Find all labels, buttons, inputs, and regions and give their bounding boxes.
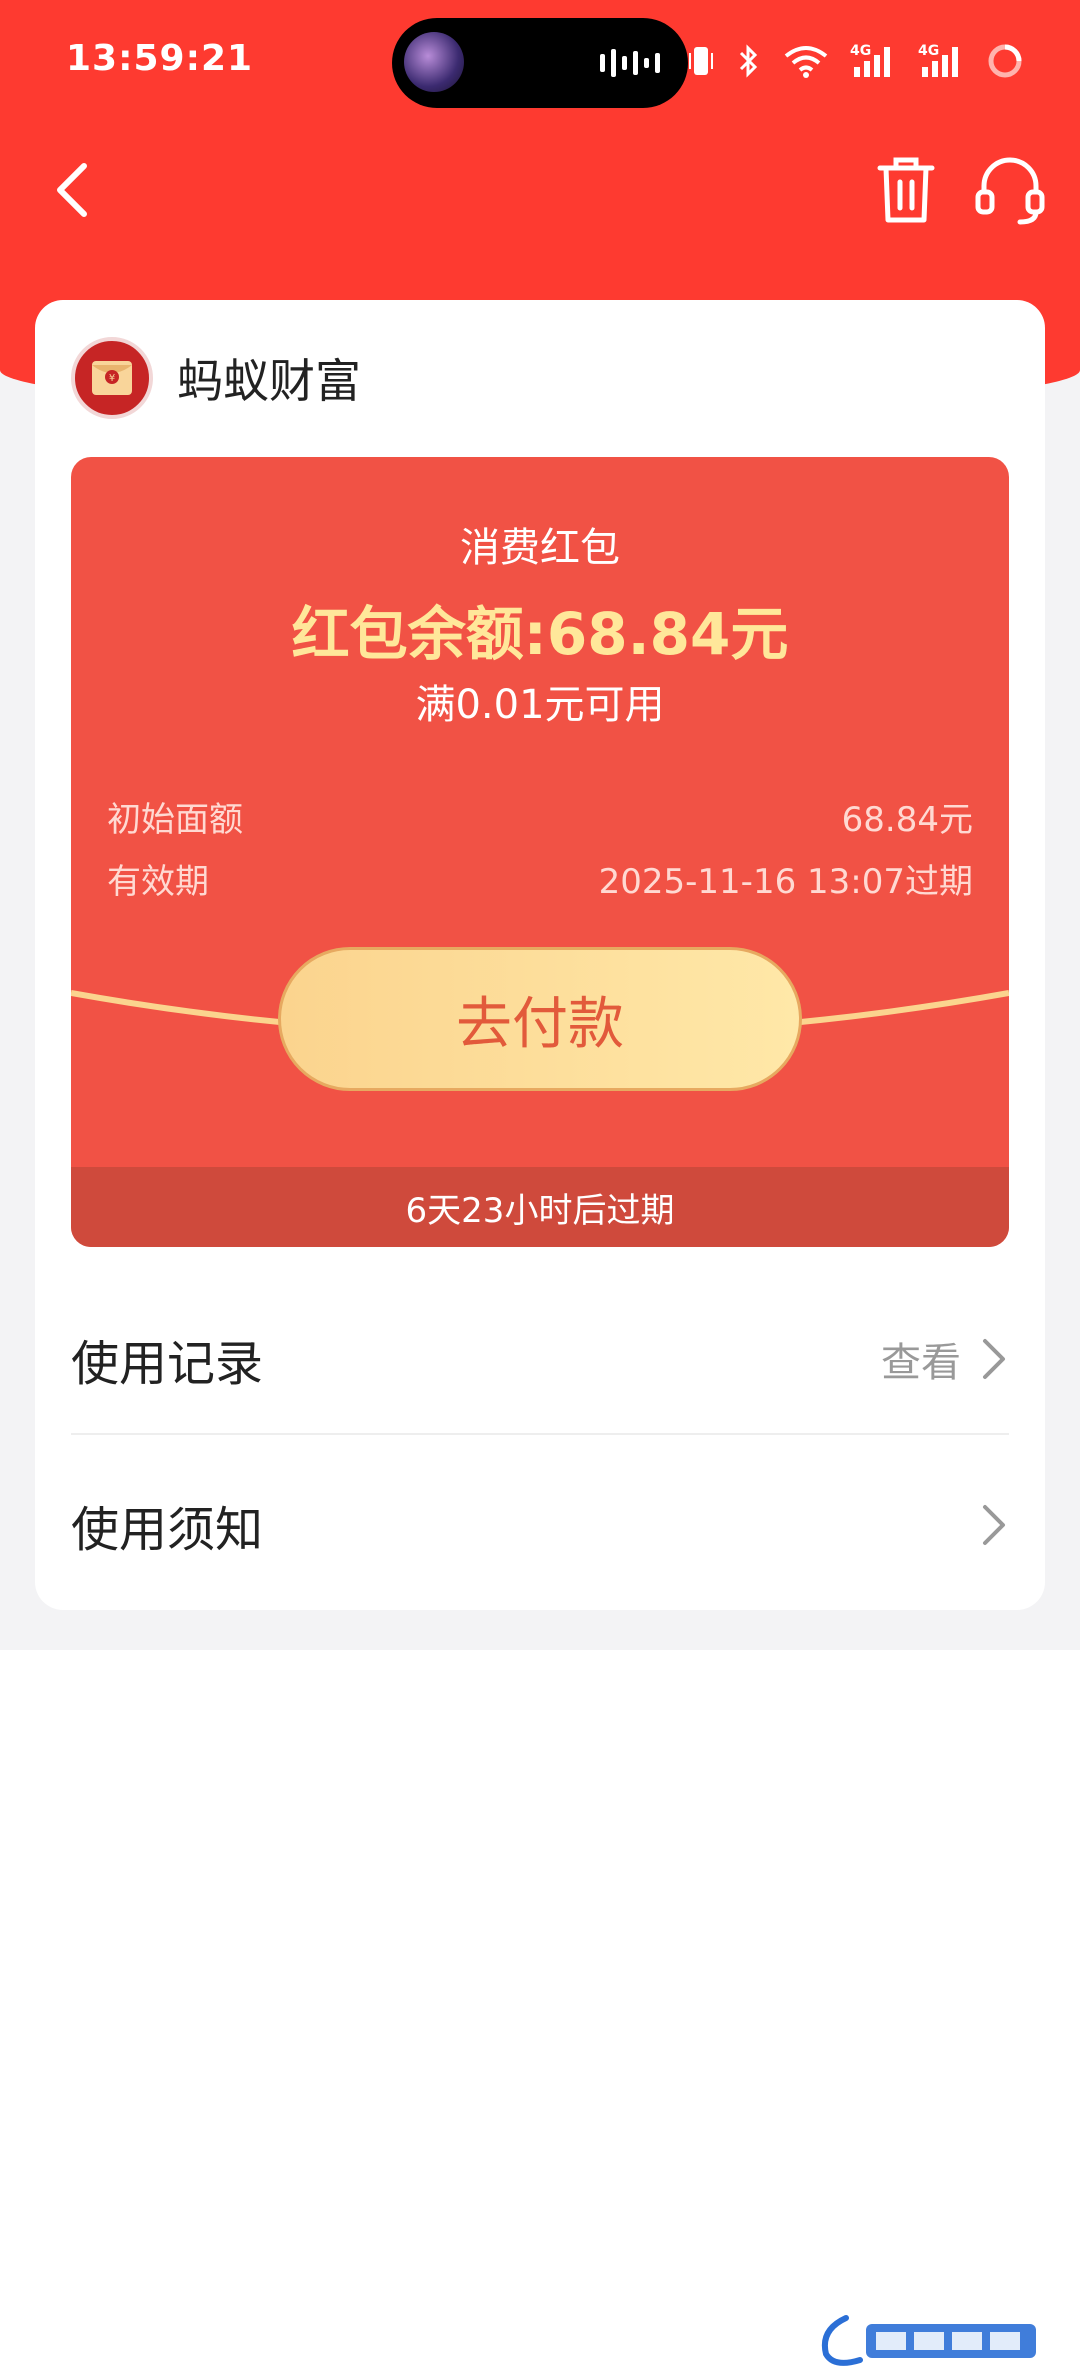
brand-header: ¥ 蚂蚁财富 <box>71 336 361 420</box>
trash-icon[interactable] <box>874 154 938 226</box>
packet-threshold: 满0.01元可用 <box>415 682 665 728</box>
usage-notice-action-group <box>979 1503 1009 1547</box>
dynamic-island <box>392 18 688 108</box>
usage-record-title: 使用记录 <box>71 1336 264 1392</box>
headset-icon[interactable] <box>974 154 1046 226</box>
back-arrow-icon[interactable] <box>46 160 106 220</box>
red-envelope-icon: ¥ <box>71 337 153 419</box>
vibrate-icon <box>689 47 713 75</box>
music-avatar-icon <box>404 32 464 92</box>
pay-button[interactable]: 去付款 <box>278 947 802 1091</box>
initial-amount-label: 初始面额 <box>107 800 243 840</box>
chevron-right-icon <box>983 1339 1005 1379</box>
watermark-logo <box>822 2315 1036 2366</box>
wifi-icon <box>784 46 828 78</box>
bluetooth-icon <box>739 44 758 78</box>
chevron-right-icon <box>983 1505 1005 1545</box>
packet-type: 消费红包 <box>460 525 620 571</box>
audio-wave-icon <box>600 48 660 78</box>
status-bar: 13:59:21 4G 4G <box>0 0 1080 120</box>
validity-value: 2025-11-16 13:07过期 <box>598 862 973 902</box>
initial-amount-row: 初始面额 68.84元 <box>107 792 973 841</box>
usage-record-action-group: 查看 <box>881 1330 1009 1388</box>
battery-icon <box>988 44 1022 78</box>
status-icons: 4G 4G <box>688 42 1024 80</box>
packet-balance: 红包余额:68.84元 <box>291 600 789 668</box>
validity-label: 有效期 <box>107 862 209 902</box>
svg-text:¥: ¥ <box>109 373 115 384</box>
signal-4g-icon: 4G <box>850 43 896 79</box>
usage-record-row[interactable]: 使用记录 查看 <box>71 1285 1009 1435</box>
nav-bar <box>0 140 1080 240</box>
brand-name: 蚂蚁财富 <box>177 354 361 408</box>
coupon-card: ¥ 蚂蚁财富 消费红包 红包余额:68.84元 满0.01元可用 初始面额 68… <box>35 300 1045 1610</box>
usage-notice-title: 使用须知 <box>71 1502 264 1558</box>
signal-4g-icon: 4G <box>918 43 964 79</box>
status-time: 13:59:21 <box>66 38 254 79</box>
red-packet: 消费红包 红包余额:68.84元 满0.01元可用 初始面额 68.84元 有效… <box>71 457 1009 1247</box>
expire-countdown: 6天23小时后过期 <box>71 1167 1009 1247</box>
initial-amount-value: 68.84元 <box>841 800 973 840</box>
view-link[interactable]: 查看 <box>881 1330 961 1388</box>
usage-notice-row[interactable]: 使用须知 <box>71 1450 1009 1600</box>
validity-row: 有效期 2025-11-16 13:07过期 <box>107 854 973 903</box>
